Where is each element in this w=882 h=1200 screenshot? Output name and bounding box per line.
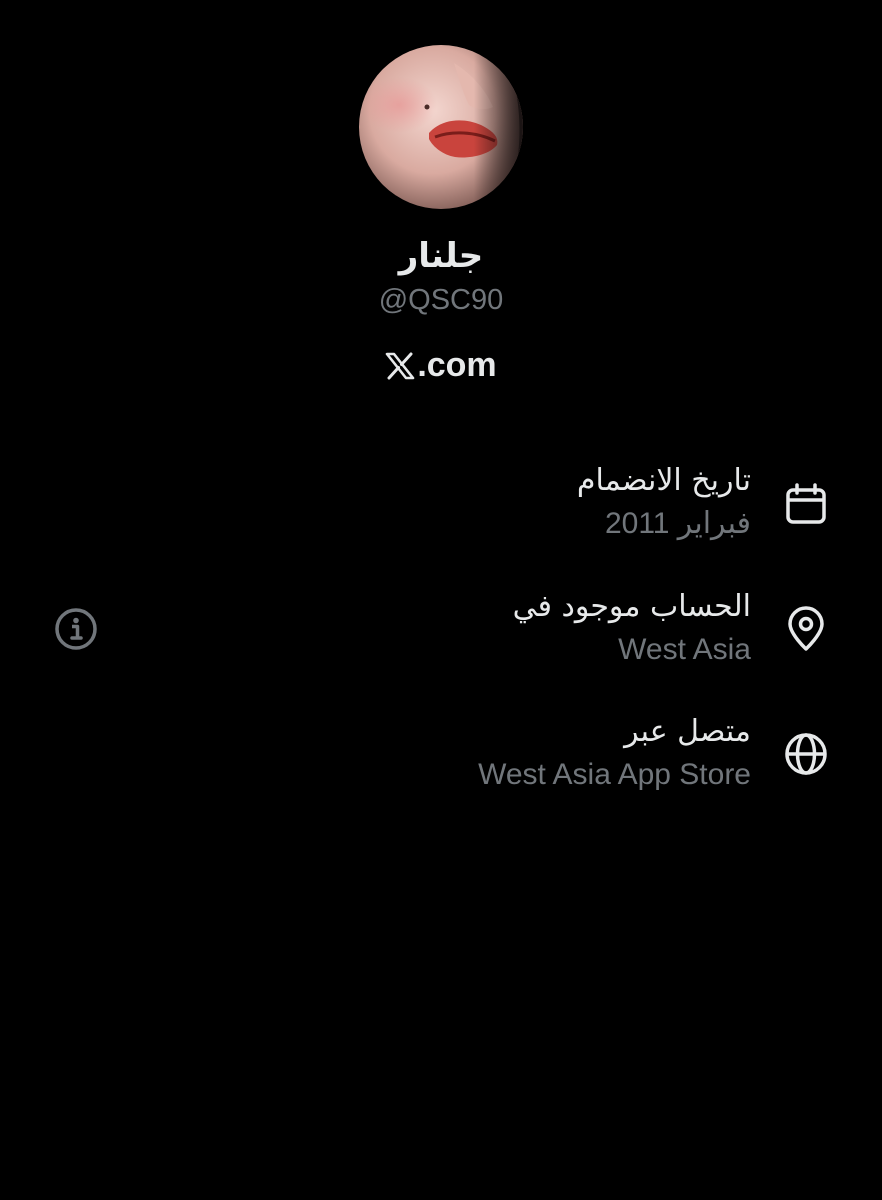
location-row: الحساب موجود في West Asia [151, 588, 751, 670]
x-logo-icon [385, 352, 415, 380]
connected-label: متصل عبر [624, 714, 751, 749]
joined-label: تاريخ الانضمام [576, 463, 751, 498]
joined-value: فبراير 2011 [604, 507, 751, 540]
brand-domain: .com [417, 346, 497, 384]
connected-row: متصل عبر West Asia App Store [151, 713, 751, 795]
avatar-photo [359, 45, 523, 209]
connected-value: West Asia App Store [478, 758, 751, 791]
display-name: جلنار [398, 236, 484, 276]
location-value: West Asia [618, 633, 751, 666]
info-icon [55, 608, 97, 650]
user-handle: @QSC90 [378, 284, 504, 316]
calendar-icon [782, 480, 830, 528]
location-label: الحساب موجود في [512, 589, 751, 624]
brand-line: .com [0, 346, 882, 385]
location-pin-icon [782, 605, 830, 653]
joined-row: تاريخ الانضمام فبراير 2011 [151, 462, 751, 544]
globe-icon [782, 730, 830, 778]
avatar[interactable] [359, 45, 523, 209]
info-button[interactable] [54, 607, 98, 651]
